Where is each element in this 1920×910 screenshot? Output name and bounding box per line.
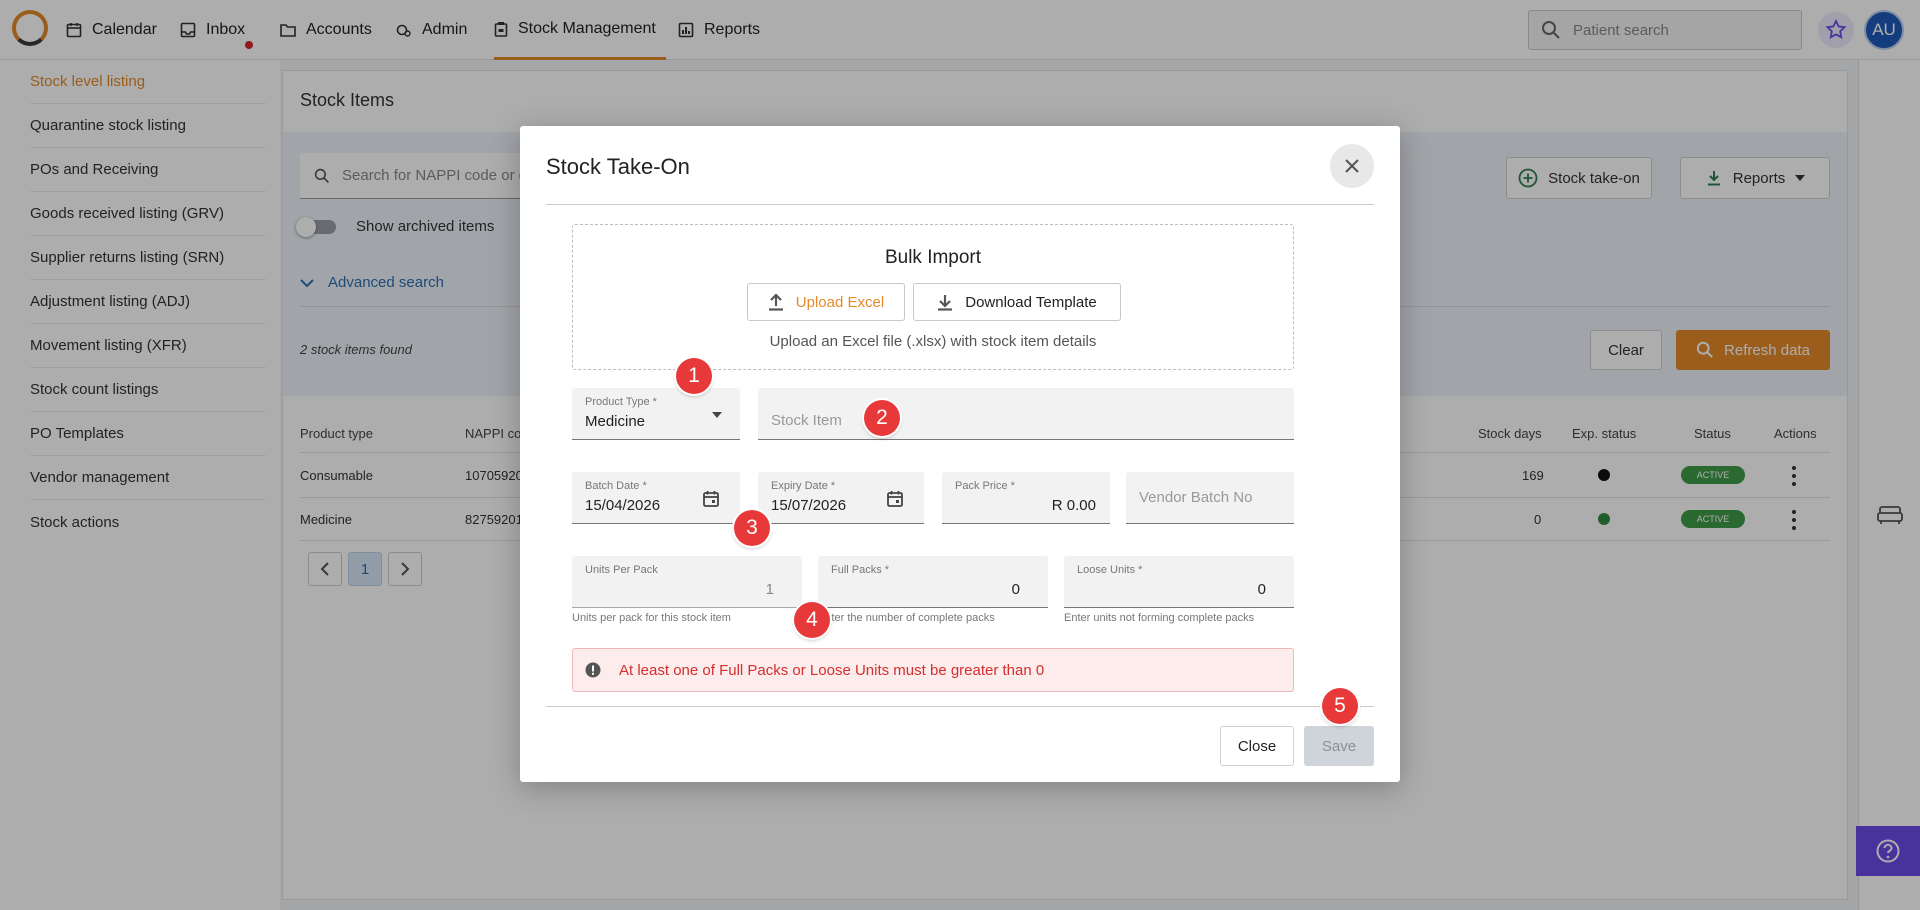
- vendor-batch-input[interactable]: Vendor Batch No: [1126, 472, 1294, 524]
- upload-icon: [768, 293, 783, 311]
- loose-units-helper: Enter units not forming complete packs: [1064, 612, 1255, 624]
- calendar-icon[interactable]: [702, 490, 720, 508]
- calendar-icon[interactable]: [886, 490, 904, 508]
- full-packs-helper: Enter the number of complete packs: [818, 612, 995, 624]
- step-marker-3: 3: [734, 510, 770, 546]
- pack-price-label: Pack Price *: [955, 480, 1015, 492]
- step-marker-4: 4: [794, 602, 830, 638]
- save-button[interactable]: Save: [1304, 726, 1374, 766]
- loose-units-value: 0: [1257, 581, 1266, 598]
- full-packs-input[interactable]: Full Packs * 0: [818, 556, 1048, 608]
- step-marker-2: 2: [864, 400, 900, 436]
- caret-down-icon: [712, 412, 722, 418]
- stock-item-input[interactable]: Stock Item: [758, 388, 1294, 440]
- close-button[interactable]: Close: [1220, 726, 1294, 766]
- product-type-label: Product Type *: [585, 396, 657, 408]
- step-marker-1: 1: [676, 358, 712, 394]
- upload-excel-label: Upload Excel: [795, 293, 885, 311]
- batch-date-input[interactable]: Batch Date * 15/04/2026: [572, 472, 740, 524]
- pack-price-value: R 0.00: [1051, 497, 1096, 514]
- pack-price-input[interactable]: Pack Price * R 0.00: [942, 472, 1110, 524]
- loose-units-label: Loose Units *: [1077, 564, 1143, 576]
- close-icon: [1345, 159, 1359, 173]
- dialog-title: Stock Take-On: [546, 154, 690, 179]
- units-per-pack-helper: Units per pack for this stock item: [572, 612, 731, 624]
- bulk-import-title: Bulk Import: [884, 247, 982, 268]
- units-per-pack-value: 1: [765, 581, 774, 598]
- dialog-header-divider: [546, 204, 1374, 205]
- expiry-date-label: Expiry Date *: [771, 480, 836, 492]
- stock-take-on-dialog: Stock Take-On Bulk Import Upload Excel D…: [520, 126, 1400, 782]
- stock-item-placeholder: Stock Item: [771, 412, 842, 429]
- vendor-batch-placeholder: Vendor Batch No: [1139, 489, 1253, 506]
- validation-error-alert: At least one of Full Packs or Loose Unit…: [572, 648, 1294, 692]
- full-packs-label: Full Packs *: [831, 564, 890, 576]
- batch-date-label: Batch Date *: [585, 480, 647, 492]
- download-icon: [938, 295, 953, 311]
- download-template-label: Download Template: [965, 293, 1097, 311]
- units-per-pack-input[interactable]: Units Per Pack 1: [572, 556, 802, 608]
- error-icon: [585, 662, 601, 678]
- dialog-footer-divider: [546, 706, 1374, 707]
- download-template-button[interactable]: Download Template: [913, 283, 1121, 321]
- units-per-pack-label: Units Per Pack: [585, 564, 658, 576]
- bulk-import-panel: Bulk Import Upload Excel Download Templa…: [572, 224, 1294, 370]
- bulk-import-hint: Upload an Excel file (.xlsx) with stock …: [769, 333, 1097, 350]
- expiry-date-value: 15/07/2026: [771, 497, 847, 514]
- batch-date-value: 15/04/2026: [585, 497, 661, 514]
- step-marker-5: 5: [1322, 688, 1358, 724]
- expiry-date-input[interactable]: Expiry Date * 15/07/2026: [758, 472, 924, 524]
- product-type-select[interactable]: Product Type * Medicine: [572, 388, 740, 440]
- product-type-value: Medicine: [585, 413, 646, 430]
- full-packs-value: 0: [1011, 581, 1020, 598]
- validation-error-text: At least one of Full Packs or Loose Unit…: [619, 661, 1045, 679]
- loose-units-input[interactable]: Loose Units * 0: [1064, 556, 1294, 608]
- dialog-close-button[interactable]: [1330, 144, 1374, 188]
- upload-excel-button[interactable]: Upload Excel: [747, 283, 905, 321]
